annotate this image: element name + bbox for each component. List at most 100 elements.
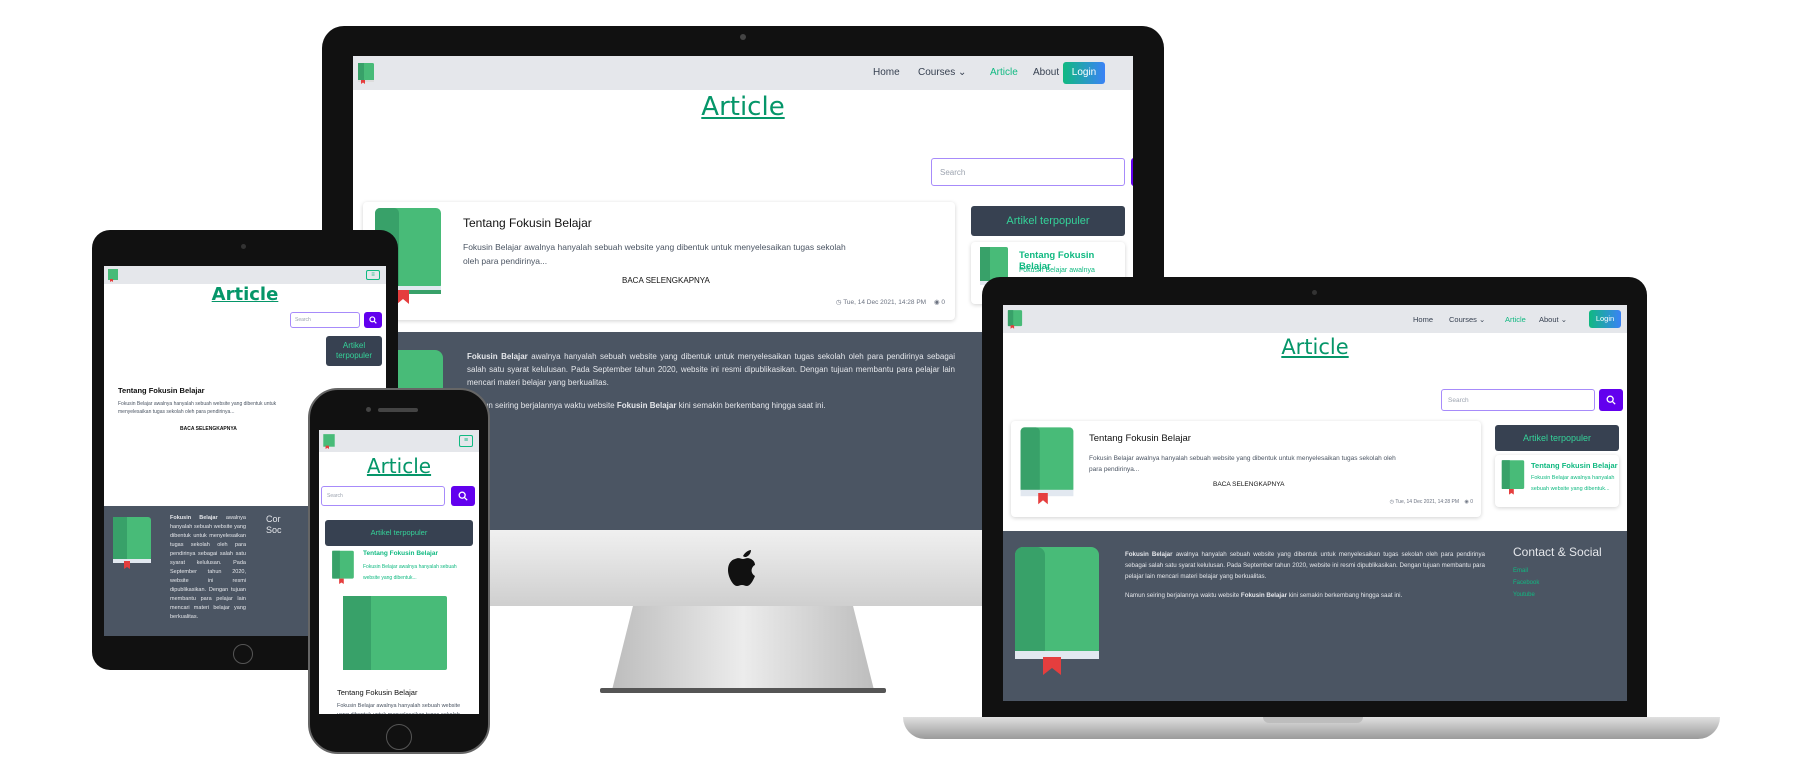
hamburger-menu-button[interactable]: ≡ (366, 270, 380, 280)
tablet-contact-title: Cor Soc (266, 514, 282, 535)
email-link[interactable]: Email (1513, 565, 1539, 577)
phone-article-title[interactable]: Tentang Fokusin Belajar (337, 688, 417, 697)
tablet-footer-text: Fokusin Belajar awalnya hanyalah sebuah … (170, 514, 246, 632)
popular-heading: Artikel terpopuler (971, 206, 1125, 236)
tablet-page-title: Article (211, 284, 279, 305)
article-date: Tue, 14 Dec 2021, 14:28 PM (1395, 499, 1460, 505)
monitor-base (600, 688, 886, 693)
laptop-contact-title: Contact & Social (1513, 545, 1602, 559)
phone-article-excerpt: Fokusin Belajar awalnya hanyalah sebuah … (337, 703, 461, 714)
search-placeholder: Search (327, 493, 343, 499)
facebook-link[interactable]: Facebook (1513, 577, 1539, 589)
phone-popular-heading: Artikel terpopuler (325, 520, 473, 546)
article-card[interactable]: Tentang Fokusin Belajar Fokusin Belajar … (363, 202, 955, 320)
logo-book-icon (357, 62, 375, 84)
tablet-article-title[interactable]: Tentang Fokusin Belajar (118, 386, 205, 395)
nav-about-label: About (1539, 315, 1559, 324)
logo-book-icon (1007, 309, 1023, 329)
laptop-popular-heading: Artikel terpopuler (1495, 425, 1619, 451)
search-button[interactable] (1131, 158, 1133, 186)
logo-book-icon (107, 268, 119, 282)
phone-article-card[interactable]: Tentang Fokusin Belajar Fokusin Belajar … (325, 596, 473, 714)
phone-popular-book-icon (331, 550, 355, 584)
nav-courses[interactable]: Courses ⌄ (1449, 315, 1485, 324)
nav-courses-label: Courses (1449, 315, 1477, 324)
phone-navbar: ≡ (319, 430, 479, 452)
phone-mockup: ≡ Article Search Artikel terpopuler Tent… (308, 388, 490, 754)
login-button[interactable]: Login (1063, 62, 1105, 84)
nav-home[interactable]: Home (1413, 315, 1433, 324)
clock-icon: ◷ (1389, 499, 1394, 505)
article-title[interactable]: Tentang Fokusin Belajar (463, 216, 592, 230)
footer-paragraph-2-start: Namun seiring berjalannya waktu website (1125, 592, 1240, 599)
footer-brand: Fokusin Belajar (1125, 551, 1173, 558)
footer-brand: Fokusin Belajar (170, 515, 218, 521)
laptop-read-more[interactable]: BACA SELENGKAPNYA (1213, 481, 1284, 488)
laptop-search-input[interactable]: Search (1441, 389, 1595, 411)
laptop-mockup: Home Courses ⌄ Article About ⌄ Login Art… (903, 277, 1720, 747)
phone-page-title: Article (366, 454, 432, 478)
footer-paragraph-1: awalnya hanyalah sebuah website yang dib… (467, 352, 955, 387)
tablet-search-button[interactable] (364, 312, 382, 328)
laptop-search-button[interactable] (1599, 389, 1623, 411)
logo-book-icon (322, 433, 336, 449)
footer-paragraph-2-brand: Fokusin Belajar (1240, 592, 1287, 599)
footer-paragraph-1: awalnya hanyalah sebuah website yang dib… (1125, 551, 1485, 580)
phone-speaker (378, 408, 418, 412)
phone-hamburger-button[interactable]: ≡ (459, 435, 473, 447)
footer-paragraph-2-end: kini semakin berkembang hingga saat ini. (1288, 592, 1403, 599)
laptop-popular-book-icon (1501, 459, 1525, 495)
tablet-popular-heading: Artikel terpopuler (326, 336, 382, 366)
laptop-login-button[interactable]: Login (1589, 310, 1621, 328)
laptop-article-excerpt: Fokusin Belajar awalnya hanyalah sebuah … (1089, 455, 1396, 473)
footer-paragraph-2-start: Namun seiring berjalannya waktu website (467, 401, 615, 410)
nav-courses-label: Courses (918, 67, 956, 78)
search-input[interactable]: Search (931, 158, 1125, 186)
laptop-navbar: Home Courses ⌄ Article About ⌄ Login (1003, 305, 1627, 333)
youtube-link[interactable]: Youtube (1513, 589, 1539, 601)
navbar: Home Courses ⌄ Article About ⌄ Login (353, 56, 1133, 90)
phone-search-input[interactable]: Search (321, 486, 445, 506)
laptop-notch (1263, 717, 1363, 723)
laptop-article-book-icon (1019, 425, 1075, 505)
article-views: 0 (1470, 499, 1473, 505)
laptop-popular-item[interactable]: Tentang Fokusin Belajar Fokusin Belajar … (1495, 455, 1619, 507)
laptop-camera (1312, 290, 1317, 295)
phone-screen: ≡ Article Search Artikel terpopuler Tent… (319, 430, 479, 714)
nav-about[interactable]: About ⌄ (1539, 315, 1567, 324)
laptop-screen: Home Courses ⌄ Article About ⌄ Login Art… (1003, 305, 1627, 701)
phone-popular-item[interactable]: Tentang Fokusin Belajar Fokusin Belajar … (325, 548, 473, 590)
footer-paragraph-2-brand: Fokusin Belajar (616, 401, 677, 410)
nav-article[interactable]: Article (1505, 315, 1526, 324)
phone-camera (366, 407, 371, 412)
phone-search-button[interactable] (451, 486, 475, 506)
article-excerpt: Fokusin Belajar awalnya hanyalah sebuah … (463, 242, 846, 266)
footer-brand: Fokusin Belajar (467, 352, 528, 361)
nav-about-label: About (1033, 67, 1060, 78)
phone-popular-item-title[interactable]: Tentang Fokusin Belajar (363, 550, 438, 557)
nav-courses[interactable]: Courses ⌄ (918, 67, 966, 78)
laptop-footer-text: Fokusin Belajar awalnya hanyalah sebuah … (1125, 549, 1485, 601)
laptop-popular-item-title[interactable]: Tentang Fokusin Belajar (1531, 461, 1618, 470)
tablet-navbar: ≡ (104, 266, 386, 284)
page-title: Article (701, 92, 785, 122)
laptop-article-title[interactable]: Tentang Fokusin Belajar (1089, 433, 1191, 444)
tablet-footer-book-icon (112, 516, 152, 570)
tablet-camera (241, 244, 246, 249)
footer-paragraph-1: awalnya hanyalah sebuah website yang dib… (170, 515, 246, 620)
laptop-contact-links: Email Facebook Youtube (1513, 565, 1539, 601)
monitor-camera (740, 34, 746, 40)
nav-home[interactable]: Home (873, 67, 900, 78)
phone-home-button (386, 724, 412, 750)
search-icon (369, 316, 377, 324)
laptop-footer-book-icon (1013, 545, 1101, 675)
monitor-stand (612, 606, 874, 690)
read-more-link[interactable]: BACA SELENGKAPNYA (622, 276, 710, 285)
nav-article[interactable]: Article (990, 67, 1018, 78)
tablet-search-input[interactable]: Search (290, 312, 360, 328)
tablet-home-button (233, 644, 253, 664)
tablet-read-more[interactable]: BACA SELENGKAPNYA (180, 426, 237, 432)
laptop-article-card[interactable]: Tentang Fokusin Belajar Fokusin Belajar … (1011, 421, 1481, 517)
search-placeholder: Search (1448, 397, 1469, 404)
tablet-article-card[interactable]: Tentang Fokusin Belajar Fokusin Belajar … (110, 350, 320, 450)
